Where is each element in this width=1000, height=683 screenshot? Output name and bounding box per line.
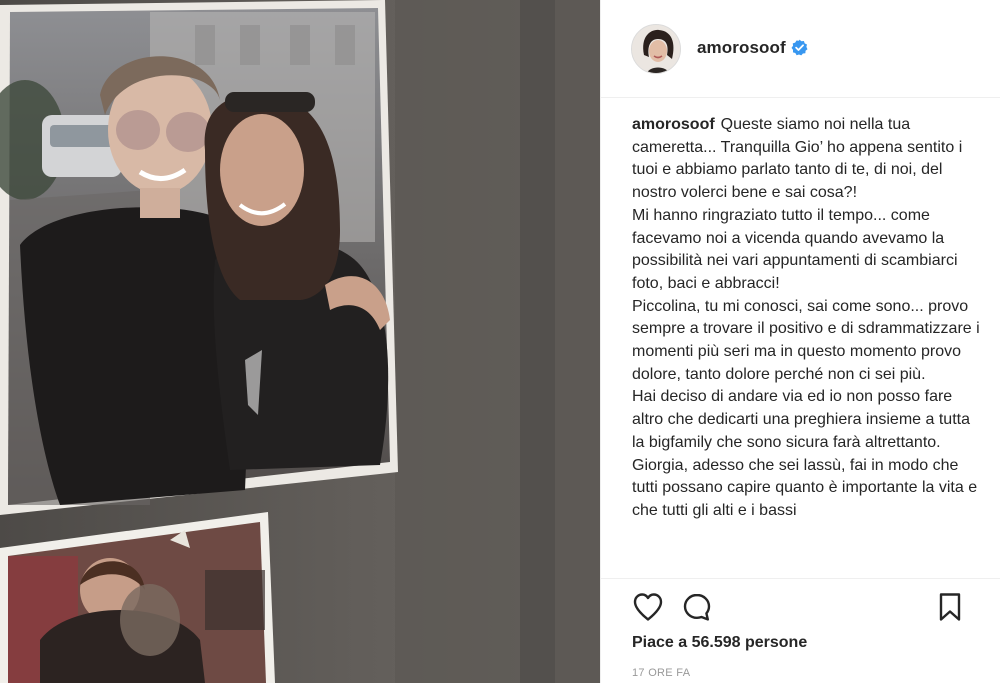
instagram-post: amorosoof amorosoof Queste siamo noi nell… [0, 0, 1000, 683]
bookmark-outline-icon[interactable] [937, 592, 963, 622]
caption-username[interactable]: amorosoof [632, 116, 715, 133]
verified-badge-icon [791, 39, 808, 56]
post-sidebar: amorosoof amorosoof Queste siamo noi nell… [600, 0, 1000, 683]
avatar-image [632, 25, 680, 73]
post-username[interactable]: amorosoof [697, 38, 786, 58]
post-caption: amorosoof Queste siamo noi nella tua came… [632, 114, 982, 576]
comment-bubble-icon[interactable] [682, 592, 712, 622]
heart-outline-icon[interactable] [632, 592, 664, 622]
avatar[interactable] [631, 24, 681, 74]
post-photo[interactable] [0, 0, 600, 683]
post-actions: Piace a 56.598 persone 17 ORE FA [601, 578, 1000, 683]
photo-illustration [0, 0, 600, 683]
post-header: amorosoof [601, 0, 1000, 98]
caption-text: Queste siamo noi nella tua cameretta... … [632, 116, 980, 519]
post-timestamp[interactable]: 17 ORE FA [632, 667, 690, 679]
scrollbar[interactable] [993, 0, 997, 98]
likes-count[interactable]: Piace a 56.598 persone [632, 634, 807, 652]
